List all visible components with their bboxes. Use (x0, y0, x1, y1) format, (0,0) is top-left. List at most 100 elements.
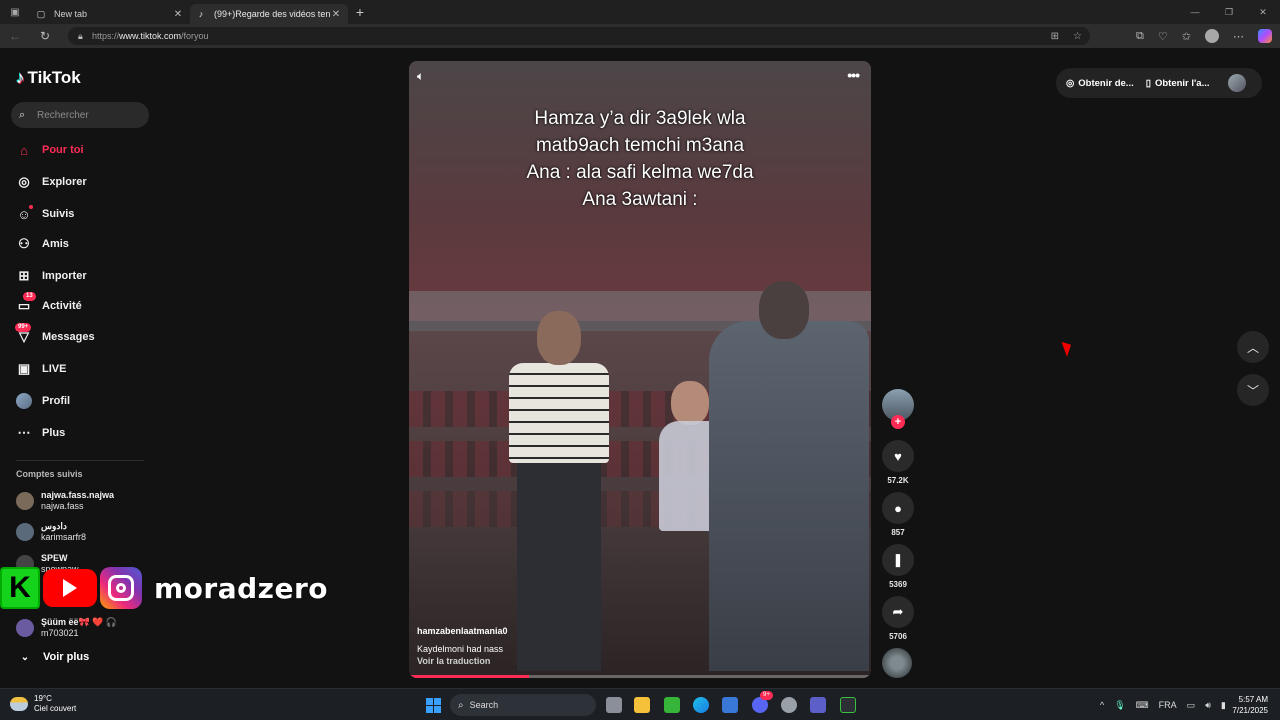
sidebar-item-label: Amis (42, 238, 69, 250)
video-player[interactable]: Hamza y’a dir 3a9lek wla matb9ach temchi… (409, 61, 871, 678)
sidebar-item-explorer[interactable]: ◎ Explorer (15, 172, 87, 192)
close-tab-icon[interactable]: ✕ (330, 9, 342, 20)
sidebar-item-suivis[interactable]: ☺ Suivis (15, 204, 74, 224)
discord-icon[interactable]: 9+ (752, 691, 773, 713)
favorites-icon[interactable]: ✩ (1182, 30, 1191, 43)
keyboard-icon[interactable]: ⌨ (1136, 700, 1149, 711)
get-app-button[interactable]: ▯ Obtenir l'a... (1146, 78, 1210, 89)
sidebar-item-label: Activité (42, 300, 82, 312)
store-icon[interactable] (722, 697, 738, 713)
weather-condition: Ciel couvert (34, 704, 77, 713)
followed-account-item[interactable]: دادوس karimsarfr8 (16, 521, 86, 543)
music-disc-icon[interactable] (882, 648, 912, 678)
speaker-icon[interactable]: 🔊︎ (1205, 700, 1211, 711)
url-path: /foryou (181, 31, 209, 41)
followed-account-item[interactable]: Şüüm ëë🎀 ❤️ 🎧 m703021 (16, 617, 117, 639)
sidebar-item-label: Explorer (42, 176, 87, 188)
app-icon[interactable] (781, 697, 797, 713)
sidebar-item-label: Pour toi (42, 144, 84, 156)
clock[interactable]: 5:57 AM 7/21/2025 (1228, 694, 1268, 716)
followed-account-item[interactable]: najwa.fass.najwa najwa.fass (16, 490, 114, 512)
share-button[interactable]: ➦ (882, 596, 914, 628)
tab-new-tab[interactable]: ▢ New tab ✕ (30, 4, 190, 24)
sidebar-item-live[interactable]: ▣ LIVE (15, 359, 67, 379)
previous-video-button[interactable]: ︿ (1237, 331, 1269, 363)
next-video-button[interactable]: ﹀ (1237, 374, 1269, 406)
search-input[interactable]: ⌕ Rechercher (11, 102, 149, 128)
teams-icon[interactable] (810, 697, 826, 713)
see-more-label: Voir plus (43, 651, 90, 663)
volume-icon[interactable]: 🔈︎ (417, 69, 424, 84)
sidebar-item-plus[interactable]: ⋯ Plus (15, 423, 66, 443)
activity-icon: ▭ 13 (15, 292, 36, 315)
play-triangle-icon (63, 579, 77, 597)
battery-icon[interactable]: ▮ (1221, 700, 1226, 711)
video-description: Kaydelmoni had nass (417, 644, 504, 654)
taskbar-search[interactable]: ⌕ Search (450, 694, 596, 716)
microphone-icon[interactable]: 🎙︎ (1114, 700, 1125, 711)
tab-actions-icon[interactable]: ▣ (0, 0, 30, 24)
weather-widget[interactable]: 19°C Ciel couvert (10, 694, 76, 714)
get-coins-label: Obtenir de... (1078, 77, 1134, 89)
logo-text: TikTok (27, 68, 81, 87)
youtube-logo-icon (43, 569, 97, 607)
refresh-icon[interactable]: ↻ (30, 24, 60, 48)
language-indicator[interactable]: FRA (1159, 700, 1177, 710)
app-green-icon[interactable] (664, 697, 680, 713)
edge-browser-icon[interactable] (693, 697, 709, 713)
minimize-icon[interactable]: — (1178, 0, 1212, 24)
new-tab-button[interactable]: + (348, 4, 372, 20)
network-icon[interactable]: ▭ (1187, 700, 1196, 711)
back-icon[interactable]: ← (0, 24, 30, 48)
profile-avatar (16, 393, 32, 409)
streamer-brand-overlay: K moradzero (0, 567, 328, 609)
sidebar-item-importer[interactable]: ⊞ Importer (15, 266, 87, 286)
sidebar-item-messages[interactable]: ▽ 99+ Messages (15, 323, 95, 347)
follow-plus-icon[interactable]: + (891, 415, 905, 429)
coin-icon: ◎ (1066, 77, 1075, 89)
settings-more-icon[interactable]: ⋯ (1233, 30, 1244, 43)
task-view-icon[interactable] (606, 697, 622, 713)
profile-avatar[interactable] (1205, 29, 1219, 43)
save-button[interactable]: ❚ (882, 544, 914, 576)
copilot-icon[interactable] (1258, 29, 1272, 43)
sidebar-item-activite[interactable]: ▭ 13 Activité (15, 292, 82, 316)
video-progress-bar[interactable] (409, 675, 871, 678)
file-explorer-icon[interactable] (634, 697, 650, 713)
browser-essentials-icon[interactable]: ♡ (1158, 30, 1168, 43)
like-button[interactable]: ♥ (882, 440, 914, 472)
more-options-icon[interactable]: ••• (847, 67, 860, 83)
get-coins-button[interactable]: ◎ Obtenir de... (1066, 78, 1134, 89)
sidebar-item-amis[interactable]: ⚇ Amis (15, 234, 69, 254)
video-figure-head (759, 281, 809, 339)
chevron-up-icon[interactable]: ^ (1100, 700, 1104, 710)
close-tab-icon[interactable]: ✕ (172, 9, 184, 20)
see-translation-link[interactable]: Voir la traduction (417, 656, 490, 666)
favorite-star-icon[interactable]: ☆ (1073, 31, 1082, 42)
activity-badge: 13 (23, 292, 36, 301)
apps-icon[interactable]: ⊞ (1051, 31, 1059, 42)
sidebar-item-profil[interactable]: Profil (15, 391, 70, 411)
comment-button[interactable]: ● (882, 492, 914, 524)
game-icon[interactable] (840, 697, 856, 713)
sidebar-item-pour-toi[interactable]: ⌂ Pour toi (15, 140, 84, 160)
upload-icon: ⊞ (18, 268, 30, 283)
time: 5:57 AM (1238, 695, 1268, 704)
extensions-icon[interactable]: ⧉ (1136, 30, 1144, 43)
messages-icon: ▽ 99+ (15, 323, 33, 346)
brand-name: moradzero (154, 571, 328, 605)
divider (16, 460, 144, 461)
account-name: دادوس (41, 521, 67, 531)
maximize-icon[interactable]: ❐ (1212, 0, 1246, 24)
address-bar[interactable]: 🔒︎ https://www.tiktok.com/foryou ⊞ ☆ (68, 27, 1090, 45)
windows-start-icon[interactable] (426, 698, 441, 713)
user-avatar[interactable] (1227, 74, 1246, 92)
tab-tiktok[interactable]: ♪ (99+)Regarde des vidéos tendance ✕ (190, 4, 348, 24)
close-window-icon[interactable]: ✕ (1246, 0, 1280, 24)
video-progress-fill (409, 675, 530, 678)
tiktok-logo[interactable]: ♪ TikTok (16, 68, 81, 88)
lock-icon[interactable]: 🔒︎ (78, 31, 92, 42)
video-author[interactable]: hamzabenlaatmania0 (417, 626, 508, 636)
search-icon: ⌕ (19, 108, 26, 121)
see-more-button[interactable]: ⌄ Voir plus (16, 651, 89, 663)
